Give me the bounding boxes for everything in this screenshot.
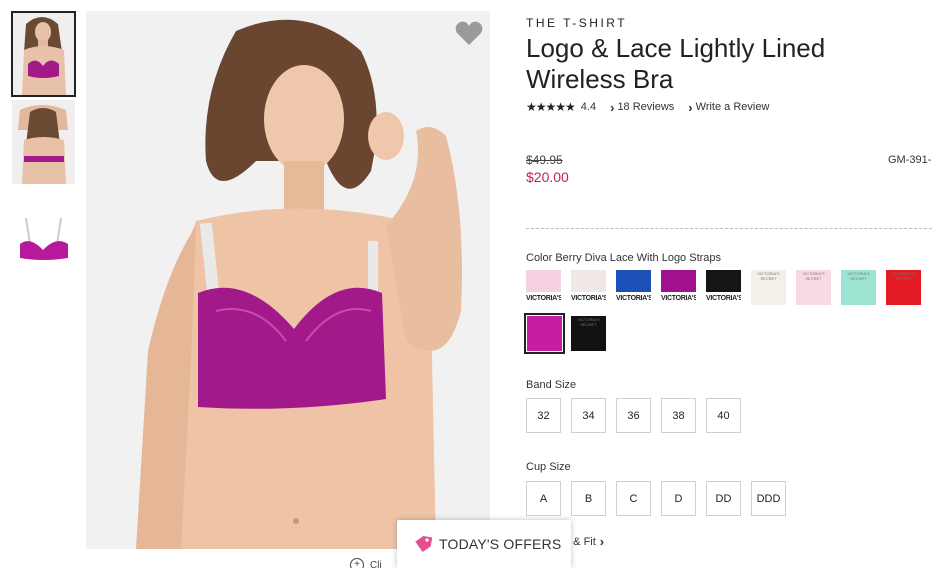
swatch-tiny-text: VICTORIA'S SECRET — [757, 271, 780, 281]
color-swatch[interactable]: VICTORIA'S — [661, 270, 696, 305]
swatch-tiny-text: VICTORIA'S SECRET — [847, 271, 870, 281]
cup-size-option[interactable]: DDD — [751, 481, 786, 516]
thumbnail-product[interactable] — [12, 200, 75, 284]
chevron-right-icon: › — [610, 99, 615, 115]
reviews-link[interactable]: › 18 Reviews — [610, 100, 674, 115]
original-price: $49.95 — [526, 153, 563, 167]
swatch-strap-text: VICTORIA'S — [526, 292, 561, 305]
band-size-option[interactable]: 36 — [616, 398, 651, 433]
color-swatch[interactable]: VICTORIA'S SECRET — [796, 270, 831, 305]
sale-price: $20.00 — [526, 169, 569, 185]
color-label: Color Berry Diva Lace With Logo Straps — [526, 252, 722, 264]
rating-stars: ★★★★★ — [526, 100, 576, 114]
reviews-link-label: 18 Reviews — [617, 101, 675, 113]
product-title: Logo & Lace Lightly Lined Wireless Bra — [526, 33, 826, 94]
swatch-tiny-text: VICTORIA'S SECRET — [892, 271, 915, 281]
cup-size-option[interactable]: DD — [706, 481, 741, 516]
swatch-color — [706, 270, 741, 292]
chevron-right-icon: › — [688, 99, 693, 115]
swatch-color — [526, 270, 561, 292]
cup-size-option[interactable]: A — [526, 481, 561, 516]
color-swatch[interactable]: VICTORIA'S SECRET — [886, 270, 921, 305]
cup-size-label: Cup Size — [526, 461, 571, 473]
write-review-link[interactable]: › Write a Review — [688, 100, 769, 115]
thumbnail-front-image — [12, 12, 75, 96]
heart-icon — [455, 21, 483, 45]
cup-size-option[interactable]: D — [661, 481, 696, 516]
cup-size-option[interactable]: C — [616, 481, 651, 516]
model-illustration — [86, 11, 490, 549]
todays-offers-label: TODAY'S OFFERS — [439, 536, 562, 552]
rating-row: ★★★★★ 4.4 › 18 Reviews › Write a Review — [526, 100, 769, 115]
color-swatch[interactable]: VICTORIA'S SECRET — [571, 316, 606, 351]
color-swatch[interactable]: VICTORIA'S — [526, 270, 561, 305]
band-size-label: Band Size — [526, 379, 577, 391]
swatch-color — [527, 316, 562, 351]
swatch-strap-text: VICTORIA'S — [661, 292, 696, 305]
rating-value: 4.4 — [580, 101, 597, 113]
color-swatch[interactable]: VICTORIA'S — [616, 270, 651, 305]
tag-icon — [415, 535, 433, 553]
swatch-strap-text: VICTORIA'S — [616, 292, 651, 305]
band-size-option[interactable]: 32 — [526, 398, 561, 433]
product-sku: GM-391- — [888, 154, 932, 166]
thumbnail-back-image — [12, 100, 75, 184]
thumbnail-back[interactable] — [12, 100, 75, 184]
color-swatch[interactable]: VICTORIA'S SECRET — [841, 270, 876, 305]
swatch-tiny-text: VICTORIA'S SECRET — [577, 317, 600, 327]
color-swatch-selected[interactable] — [524, 313, 565, 354]
thumbnail-front[interactable] — [11, 11, 76, 97]
cup-size-option[interactable]: B — [571, 481, 606, 516]
swatch-color — [616, 270, 651, 292]
product-brand: THE T-SHIRT — [526, 16, 628, 30]
favorite-button[interactable] — [455, 20, 483, 46]
write-review-link-label: Write a Review — [695, 101, 770, 113]
click-to-zoom-label: Cli — [370, 559, 382, 568]
swatch-tiny-text: VICTORIA'S SECRET — [802, 271, 825, 281]
swatch-strap-text: VICTORIA'S — [706, 292, 741, 305]
band-size-option[interactable]: 34 — [571, 398, 606, 433]
swatch-color — [661, 270, 696, 292]
color-swatch[interactable]: VICTORIA'S SECRET — [751, 270, 786, 305]
color-swatch[interactable]: VICTORIA'S — [571, 270, 606, 305]
main-product-image[interactable] — [86, 11, 490, 549]
swatch-color — [571, 270, 606, 292]
chevron-right-icon: › — [599, 534, 605, 549]
color-swatch[interactable]: VICTORIA'S — [706, 270, 741, 305]
thumbnail-product-image — [12, 200, 75, 284]
click-to-zoom[interactable]: + Cli — [350, 558, 382, 568]
band-size-option[interactable]: 38 — [661, 398, 696, 433]
swatch-strap-text: VICTORIA'S — [571, 292, 606, 305]
zoom-plus-icon: + — [350, 558, 364, 568]
band-size-option[interactable]: 40 — [706, 398, 741, 433]
section-divider — [526, 228, 932, 229]
todays-offers-button[interactable]: TODAY'S OFFERS — [397, 520, 571, 568]
